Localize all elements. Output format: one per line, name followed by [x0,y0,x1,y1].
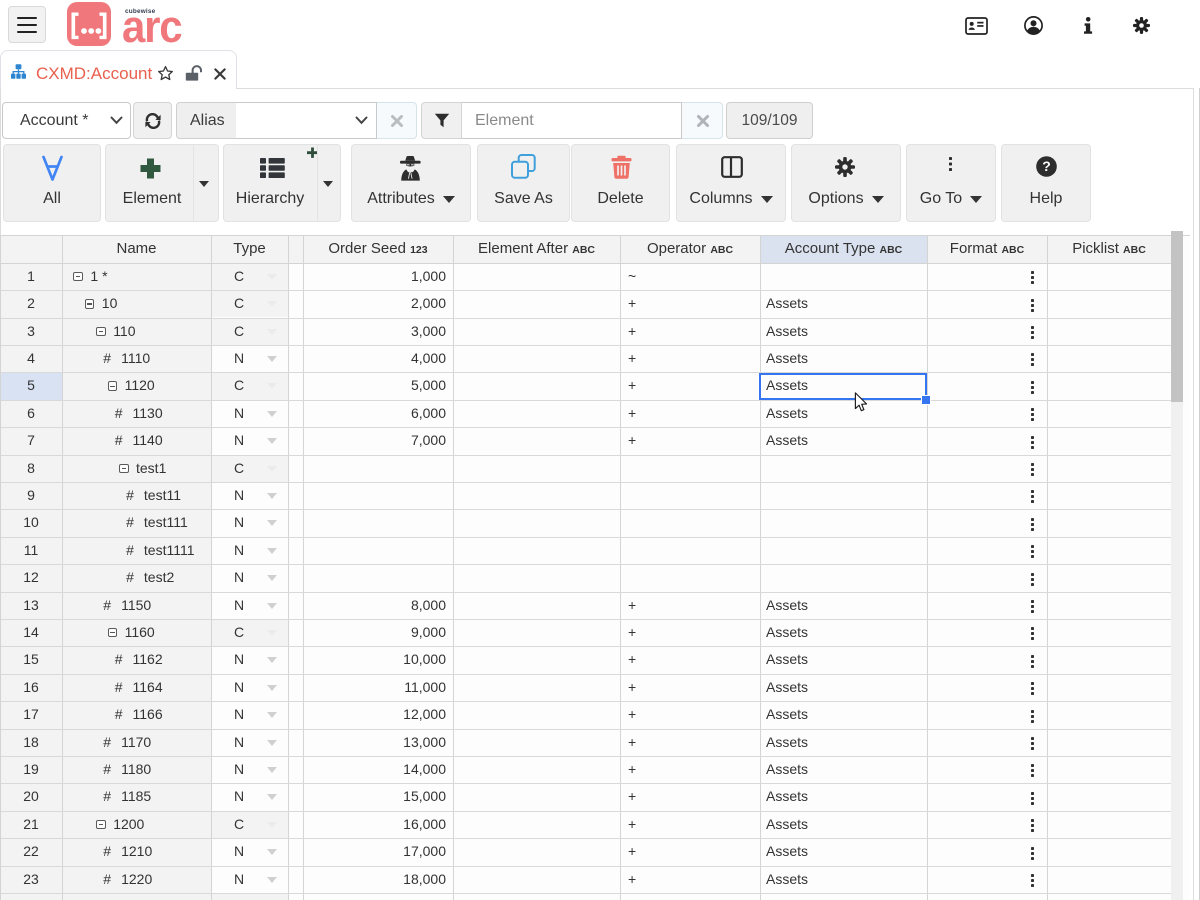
svg-text:?: ? [1042,158,1051,174]
